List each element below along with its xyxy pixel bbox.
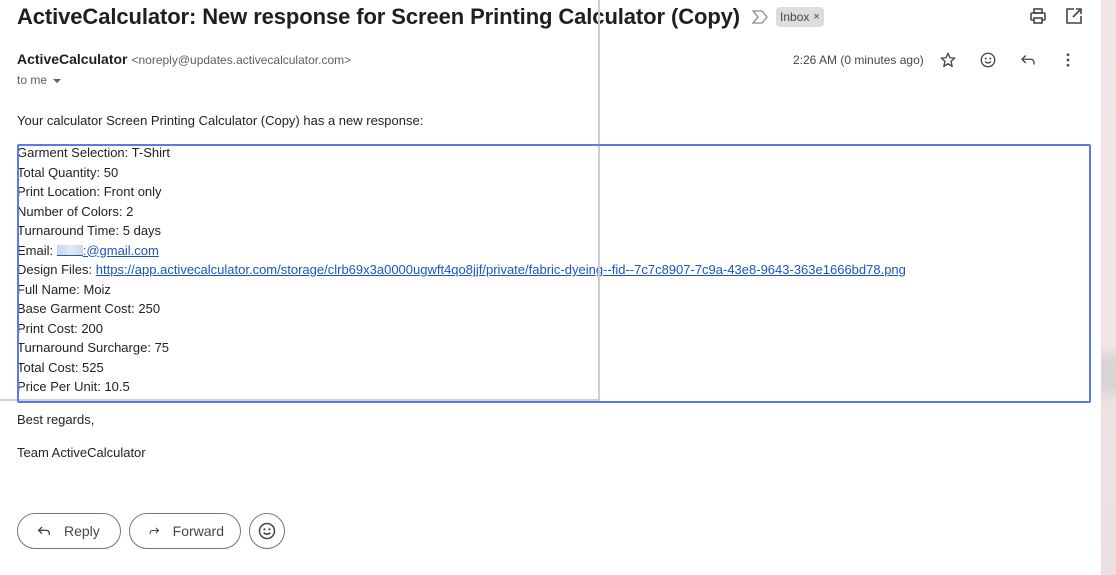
field-print-location: Print Location: Front only	[17, 184, 162, 199]
design-file-link[interactable]: https://app.activecalculator.com/storage…	[96, 262, 906, 277]
top-actions	[1028, 6, 1084, 26]
field-label: Total Cost	[17, 359, 75, 375]
field-number-of-colors: Number of Colors: 2	[17, 203, 134, 219]
show-details-caret-icon[interactable]	[53, 79, 62, 83]
field-label: Number of Colors	[17, 203, 119, 219]
intro-text: Your calculator Screen Printing Calculat…	[17, 113, 424, 128]
recipient-row[interactable]: to me	[17, 73, 62, 87]
field-value: T-Shirt	[131, 145, 170, 160]
forward-button[interactable]: Forward	[129, 513, 241, 549]
field-value: 10.5	[104, 379, 130, 394]
field-value: 525	[82, 359, 104, 375]
field-price-per-unit: Price Per Unit: 10.5	[17, 379, 130, 394]
field-label: Full Name	[17, 281, 77, 297]
field-label: Base Garment Cost	[17, 301, 132, 316]
field-label: Email	[17, 242, 50, 258]
more-options-icon[interactable]	[1058, 50, 1078, 70]
field-print-cost: Print Cost: 200	[17, 320, 104, 336]
redacted-block	[56, 244, 83, 256]
message-meta: 2:26 AM (0 minutes ago)	[793, 48, 1078, 72]
field-full-name: Full Name: Moiz	[17, 281, 111, 297]
emoji-reaction-icon[interactable]	[978, 50, 998, 70]
signoff-text: Best regards,	[17, 412, 95, 427]
field-value: 75	[154, 340, 170, 355]
field-label: Turnaround Time	[17, 223, 116, 238]
reply-icon	[37, 526, 50, 535]
field-value: :@gmail.com	[82, 242, 159, 258]
side-panel-edge	[1101, 0, 1116, 575]
forward-icon	[149, 527, 160, 535]
label-text: Inbox	[780, 10, 810, 24]
reply-label: Reply	[64, 523, 100, 539]
field-design-files: Design Files: https://app.activecalculat…	[17, 262, 906, 277]
emoji-icon	[258, 522, 276, 540]
sender-name[interactable]: ActiveCalculator	[17, 51, 127, 67]
field-label: Total Quantity	[17, 164, 97, 180]
field-value: 200	[81, 320, 104, 336]
field-value: 250	[138, 301, 161, 316]
forward-label: Forward	[172, 523, 224, 539]
field-value: 50	[103, 164, 119, 180]
field-label: Garment Selection	[17, 145, 125, 160]
field-total-cost: Total Cost: 525	[17, 359, 104, 375]
inbox-label-chip[interactable]: Inbox ×	[776, 7, 824, 27]
field-turnaround-time: Turnaround Time: 5 days	[17, 223, 162, 238]
reply-button[interactable]: Reply	[17, 513, 121, 549]
field-label: Price Per Unit	[17, 379, 98, 394]
field-turnaround-surcharge: Turnaround Surcharge: 75	[17, 340, 170, 355]
field-value: Front only	[103, 184, 162, 199]
subject-row: ActiveCalculator: New response for Scree…	[17, 2, 824, 32]
print-icon[interactable]	[1028, 6, 1048, 26]
star-icon[interactable]	[938, 50, 958, 70]
field-value: 5 days	[122, 223, 162, 238]
field-total-quantity: Total Quantity: 50	[17, 164, 119, 180]
field-base-garment-cost: Base Garment Cost: 250	[17, 301, 161, 316]
email-subject: ActiveCalculator: New response for Scree…	[17, 4, 741, 29]
field-garment-selection: Garment Selection: T-Shirt	[17, 145, 170, 160]
field-value: 2	[126, 203, 134, 219]
message-actions: Reply Forward	[17, 513, 285, 549]
remove-label-icon[interactable]: ×	[813, 11, 819, 23]
field-label: Print Cost	[17, 320, 75, 336]
team-signature: Team ActiveCalculator	[17, 445, 146, 460]
emoji-reaction-button[interactable]	[249, 513, 285, 549]
field-email: Email: :@gmail.com	[17, 242, 159, 258]
open-in-new-window-icon[interactable]	[1064, 6, 1084, 26]
reply-icon[interactable]	[1018, 50, 1038, 70]
field-value: Moiz	[83, 281, 111, 297]
field-label: Design Files	[17, 262, 89, 277]
sender-info: ActiveCalculator <noreply@updates.active…	[17, 51, 351, 67]
field-label: Print Location	[17, 184, 97, 199]
field-label: Turnaround Surcharge	[17, 340, 148, 355]
recipient-text: to me	[17, 73, 48, 87]
timestamp: 2:26 AM (0 minutes ago)	[793, 53, 924, 67]
sender-email: <noreply@updates.activecalculator.com>	[131, 53, 352, 67]
importance-marker-icon[interactable]	[752, 10, 768, 24]
response-fields: Garment Selection: T-Shirt Total Quantit…	[17, 145, 906, 399]
email-link[interactable]: :@gmail.com	[56, 242, 159, 258]
